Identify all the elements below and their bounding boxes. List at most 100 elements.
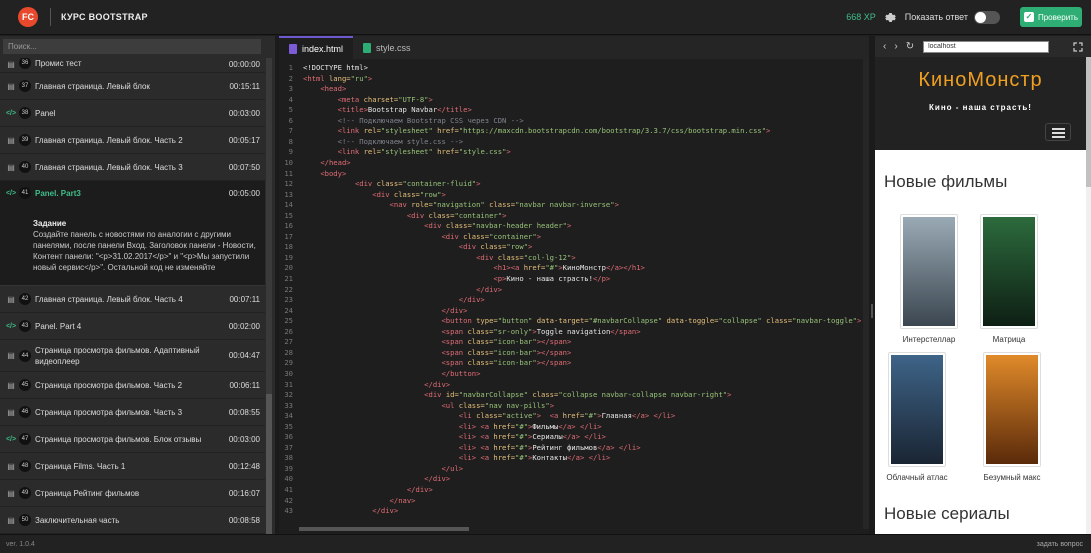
reload-icon[interactable]: ↻ xyxy=(906,41,914,52)
forward-icon[interactable]: › xyxy=(894,41,897,52)
code-line[interactable]: <ul class="nav nav-pills"> xyxy=(303,401,554,412)
check-button[interactable]: ✓ Проверить xyxy=(1020,7,1082,27)
code-line[interactable]: <p>Кино - наша страсть!</p> xyxy=(303,274,610,285)
code-line[interactable]: <li class="active"> <a href="#">Главная<… xyxy=(303,411,675,422)
line-number: 42 xyxy=(284,495,293,505)
code-line[interactable]: </div> xyxy=(303,306,467,317)
back-icon[interactable]: ‹ xyxy=(883,41,886,52)
code-line[interactable]: <div class="col-lg-12"> xyxy=(303,253,576,264)
lesson-item[interactable]: </> 38 Panel 00:03:00 xyxy=(0,100,265,127)
code-line[interactable]: <nav role="navigation" class="navbar nav… xyxy=(303,200,619,211)
sidebar-scrollbar[interactable] xyxy=(266,58,272,534)
code-line[interactable]: </div> xyxy=(303,380,450,391)
movie-card[interactable]: Облачный атлас xyxy=(884,352,950,482)
tab-index-html[interactable]: index.html xyxy=(279,36,354,59)
code-line[interactable]: <meta charset="UTF-8"> xyxy=(303,95,433,106)
lesson-item[interactable]: </> 47 Страница просмотра фильмов. Блок от… xyxy=(0,426,265,453)
code-line[interactable]: <li> <a href="#">Контакты</a> </li> xyxy=(303,453,610,464)
code-line[interactable]: </ul> xyxy=(303,464,463,475)
editor-hscrollbar[interactable] xyxy=(299,527,469,531)
code-line[interactable]: </div> xyxy=(303,285,502,296)
code-line[interactable]: <body> xyxy=(303,169,346,180)
code-line[interactable]: <html lang="ru"> xyxy=(303,74,372,85)
url-field[interactable] xyxy=(923,40,1050,53)
movie-poster[interactable] xyxy=(900,214,958,329)
hamburger-icon[interactable] xyxy=(1045,123,1071,141)
lesson-item[interactable]: ▤ 46 Страница просмотра фильмов. Часть 3 00… xyxy=(0,399,265,426)
code-line[interactable]: <!-- Подключаем style.css --> xyxy=(303,137,464,148)
search-input[interactable] xyxy=(3,39,261,54)
lesson-item[interactable]: ▤ 42 Главная страница. Левый блок. Часть 4… xyxy=(0,286,265,313)
code-line[interactable]: <div class="container"> xyxy=(303,211,507,222)
code-line[interactable]: <div id="navbarCollapse" class="collapse… xyxy=(303,390,731,401)
line-number: 25 xyxy=(284,316,293,326)
code-line[interactable]: <link rel="stylesheet" href="https://max… xyxy=(303,126,771,137)
code-line[interactable]: </head> xyxy=(303,158,350,169)
code-token: <li> <a xyxy=(458,442,494,452)
scrollbar-thumb[interactable] xyxy=(266,394,272,534)
code-line[interactable]: <div class="row"> xyxy=(303,242,533,253)
code-line[interactable]: </div> xyxy=(303,485,433,496)
code-icon: </> xyxy=(5,435,17,443)
lesson-item[interactable]: ▤ 40 Главная страница. Левый блок. Часть 3… xyxy=(0,154,265,181)
lesson-item[interactable]: ▤ 37 Главная страница. Левый блок 00:15:11 xyxy=(0,73,265,100)
lesson-item[interactable]: </> 41 Panel. Part3 00:05:00 Задание Создайте… xyxy=(0,181,265,286)
code-line[interactable]: <head> xyxy=(303,84,346,95)
code-line[interactable]: <span class="icon-bar"></span> xyxy=(303,348,571,359)
code-area[interactable]: 1 <!DOCTYPE html> 2 <html lang="ru"> 3 <head… xyxy=(279,63,869,523)
code-line[interactable]: <title>Bootstrap Navbar</title> xyxy=(303,105,472,116)
code-line[interactable]: <button type="button" data-target="#navb… xyxy=(303,316,861,327)
lesson-item[interactable]: ▤ 39 Главная страница. Левый блок. Часть 2… xyxy=(0,127,265,154)
code-line[interactable]: <link rel="stylesheet" href="style.css"> xyxy=(303,147,511,158)
lesson-head[interactable]: </> 41 Panel. Part3 00:05:00 xyxy=(0,181,265,205)
lesson-number: 37 xyxy=(19,80,31,92)
code-line[interactable]: <span class="icon-bar"></span> xyxy=(303,337,571,348)
code-token: <h1><a xyxy=(493,263,524,273)
splitter-grip[interactable] xyxy=(871,304,873,318)
code-line[interactable]: </button> xyxy=(303,369,480,380)
preview-scrollbar[interactable] xyxy=(1086,57,1091,534)
code-token: </a> </li> xyxy=(558,421,602,431)
lesson-item[interactable]: </> 43 Panel. Part 4 00:02:00 xyxy=(0,313,265,340)
movie-card[interactable]: Интерстеллар xyxy=(899,214,959,344)
code-line[interactable]: <li> <a href="#">Сериалы</a> </li> xyxy=(303,432,606,443)
lesson-item[interactable]: ▤ 36 Промис тест 00:00:00 xyxy=(0,58,265,73)
code-line[interactable]: <li> <a href="#">Фильмы</a> </li> xyxy=(303,422,602,433)
code-token: <div xyxy=(441,231,464,241)
lesson-item[interactable]: ▤ 50 Заключительная часть 00:08:58 xyxy=(0,507,265,534)
code-line[interactable]: <div class="navbar-header header"> xyxy=(303,221,571,232)
lesson-item[interactable]: ▤ 44 Страница просмотра фильмов. Адаптивны… xyxy=(0,340,265,372)
movie-card[interactable]: Матрица xyxy=(979,214,1039,344)
code-line[interactable]: <span class="icon-bar"></span> xyxy=(303,358,571,369)
code-line[interactable]: <!-- Подключаем Bootstrap CSS через CDN … xyxy=(303,116,524,127)
movie-poster[interactable] xyxy=(980,214,1038,329)
show-answer-toggle[interactable] xyxy=(974,10,1000,24)
code-line[interactable]: </div> xyxy=(303,295,485,306)
code-editor[interactable]: index.html style.css 1 <!DOCTYPE html> 2 <ht… xyxy=(279,36,869,534)
code-line[interactable]: <!DOCTYPE html> xyxy=(303,63,368,74)
code-line[interactable]: </div> xyxy=(303,474,450,485)
gear-icon[interactable] xyxy=(884,11,897,24)
lesson-item[interactable]: ▤ 45 Страница просмотра фильмов. Часть 2 00… xyxy=(0,372,265,399)
code-line[interactable]: <h1><a href="#">КиноМонстр</a></h1> xyxy=(303,263,644,274)
lesson-item[interactable]: ▤ 48 Страница Films. Часть 1 00:12:48 xyxy=(0,453,265,480)
site-brand[interactable]: КиноМонстр xyxy=(875,69,1086,92)
movie-poster[interactable] xyxy=(888,352,946,467)
scrollbar-thumb[interactable] xyxy=(1086,57,1091,187)
lesson-item[interactable]: ▤ 49 Страница Рейтинг фильмов 00:16:07 xyxy=(0,480,265,507)
movie-card[interactable]: Безумный макс xyxy=(973,352,1051,482)
tab-style-css[interactable]: style.css xyxy=(353,36,421,59)
code-line[interactable]: <div class="container-fluid"> xyxy=(303,179,481,190)
ask-question-link[interactable]: задать вопрос xyxy=(1037,541,1083,548)
movie-poster[interactable] xyxy=(983,352,1041,467)
expand-icon[interactable] xyxy=(1073,41,1083,52)
code-line[interactable]: </div> xyxy=(303,506,398,517)
code-line[interactable]: <div class="row"> xyxy=(303,190,446,201)
code-line[interactable]: </nav> xyxy=(303,496,416,507)
code-line[interactable]: <div class="container"> xyxy=(303,232,541,243)
code-line[interactable]: <span class="sr-only">Toggle navigation<… xyxy=(303,327,640,338)
code-token: </a> </li> xyxy=(597,442,641,452)
code-line[interactable]: <li> <a href="#">Рейтинг фильмов</a> </l… xyxy=(303,443,641,454)
movie-title: Облачный атлас xyxy=(886,473,948,482)
